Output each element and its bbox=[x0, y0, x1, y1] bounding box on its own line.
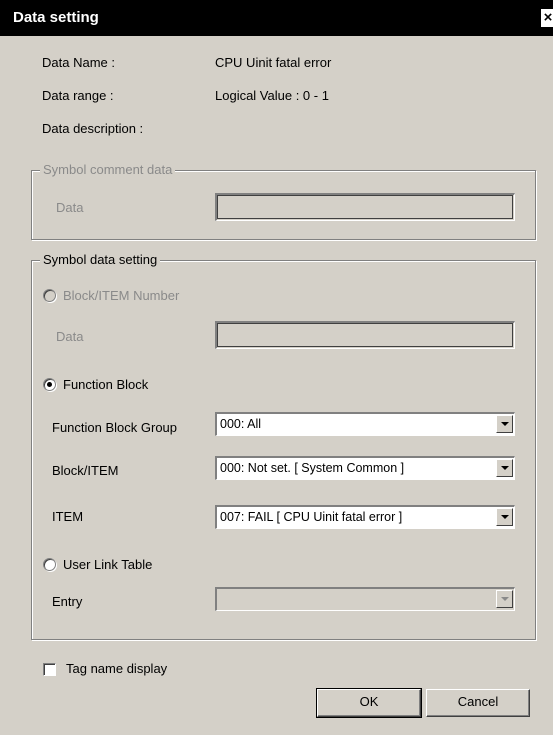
cancel-button[interactable]: Cancel bbox=[426, 689, 530, 717]
symbol-comment-data-label: Data bbox=[56, 200, 84, 215]
data-range-value: Logical Value : 0 - 1 bbox=[215, 88, 329, 103]
block-item-number-label: Block/ITEM Number bbox=[63, 288, 180, 303]
chevron-down-icon[interactable] bbox=[496, 508, 513, 526]
cancel-button-label: Cancel bbox=[457, 694, 499, 709]
function-block-radio[interactable] bbox=[43, 378, 56, 391]
data-name-label: Data Name : bbox=[42, 55, 115, 70]
data-setting-dialog: Data setting × Data Name : CPU Uinit fat… bbox=[0, 0, 553, 735]
block-item-value: 000: Not set. [ System Common ] bbox=[220, 461, 405, 475]
block-item-data-label: Data bbox=[56, 329, 84, 344]
close-icon[interactable]: × bbox=[541, 9, 553, 27]
entry-label: Entry bbox=[52, 594, 83, 609]
item-select[interactable]: 007: FAIL [ CPU Uinit fatal error ] bbox=[215, 505, 515, 529]
data-description-label: Data description : bbox=[42, 121, 144, 136]
symbol-data-setting-group: Symbol data setting bbox=[31, 252, 536, 640]
title-bar: Data setting × bbox=[0, 0, 553, 36]
data-name-value: CPU Uinit fatal error bbox=[215, 55, 332, 70]
entry-select bbox=[215, 587, 515, 611]
user-link-table-label[interactable]: User Link Table bbox=[63, 557, 152, 572]
function-block-group-label: Function Block Group bbox=[52, 420, 178, 435]
function-block-group-select[interactable]: 000: All bbox=[215, 412, 515, 436]
tag-name-display-checkbox[interactable] bbox=[43, 663, 56, 676]
ok-button[interactable]: OK bbox=[316, 688, 422, 718]
function-block-label[interactable]: Function Block bbox=[63, 377, 148, 392]
tag-name-display-label[interactable]: Tag name display bbox=[66, 661, 167, 676]
item-label: ITEM bbox=[52, 509, 84, 524]
data-range-label: Data range : bbox=[42, 88, 114, 103]
user-link-table-radio[interactable] bbox=[43, 558, 56, 571]
chevron-down-icon bbox=[496, 590, 513, 608]
chevron-down-icon[interactable] bbox=[496, 459, 513, 477]
ok-button-label: OK bbox=[359, 694, 379, 709]
symbol-comment-legend: Symbol comment data bbox=[40, 162, 176, 177]
block-item-select[interactable]: 000: Not set. [ System Common ] bbox=[215, 456, 515, 480]
dialog-title: Data setting bbox=[13, 9, 99, 26]
block-item-data-field bbox=[215, 321, 515, 349]
block-item-number-radio bbox=[43, 289, 56, 302]
function-block-group-value: 000: All bbox=[220, 417, 262, 431]
chevron-down-icon[interactable] bbox=[496, 415, 513, 433]
item-value: 007: FAIL [ CPU Uinit fatal error ] bbox=[220, 510, 403, 524]
symbol-comment-data-field bbox=[215, 193, 515, 221]
symbol-data-setting-legend: Symbol data setting bbox=[40, 252, 161, 267]
block-item-label: Block/ITEM bbox=[52, 463, 119, 478]
